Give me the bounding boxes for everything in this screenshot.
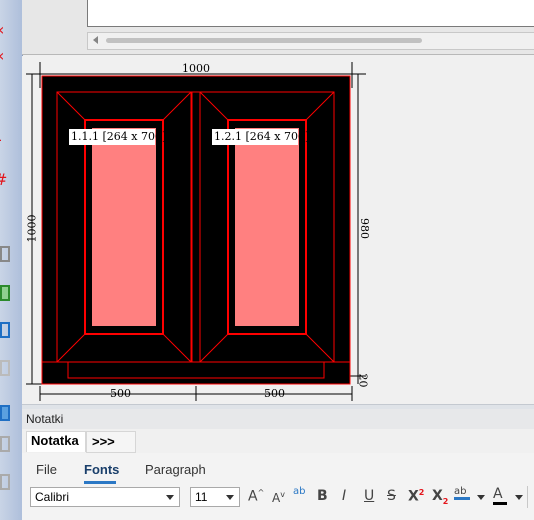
strikethrough-button[interactable]: S (387, 488, 396, 504)
underline-button[interactable]: U (364, 488, 374, 504)
highlight-icon: ab (454, 486, 467, 497)
scrollbar-thumb[interactable] (106, 38, 422, 43)
underline-icon: U (364, 488, 375, 504)
highlight-dropdown-icon[interactable] (477, 495, 485, 500)
bottom-right-dimension: 20 (356, 373, 370, 388)
bottom-dimension-left: 500 (110, 387, 131, 400)
right-dimension: 980 (358, 218, 371, 239)
gray-square-icon[interactable] (0, 246, 10, 262)
top-list-area[interactable] (87, 0, 534, 27)
tab-notatka-label: Notatka (31, 433, 79, 448)
window-drawing (26, 62, 366, 401)
shrink-font-button[interactable]: Av (272, 490, 285, 505)
font-name-select[interactable]: Calibri (30, 487, 180, 507)
change-case-icon: ab (293, 486, 306, 497)
superscript-icon: X (408, 488, 419, 505)
green-square-icon[interactable] (0, 285, 10, 301)
shrink-font-icon: A (272, 491, 281, 505)
subscript-icon: X (432, 488, 443, 504)
grow-font-button[interactable]: A^ (248, 488, 264, 505)
strikethrough-icon: S (387, 488, 396, 504)
blue-square-icon[interactable] (0, 322, 10, 338)
side-toolbar: ‹ ‹ - # (0, 0, 23, 520)
subscript-button[interactable]: X2 (432, 488, 448, 506)
font-size-select[interactable]: 11 (190, 487, 240, 507)
chevron-down-icon (166, 495, 174, 500)
top-dimension: 1000 (182, 62, 210, 75)
grow-font-icon: A (248, 488, 258, 505)
font-color-dropdown-icon[interactable] (515, 495, 523, 500)
sash-label-2: 1.2.1 [264 x 706] (214, 130, 310, 143)
gray-square-icon[interactable] (0, 360, 10, 376)
notes-panel-title: Notatki (26, 412, 64, 426)
red-arrow-icon[interactable]: ‹ (0, 46, 4, 65)
red-hash-icon[interactable]: # (0, 170, 7, 189)
blue-square-icon[interactable] (0, 405, 10, 421)
chevron-down-icon (226, 495, 234, 500)
tab-more[interactable]: >>> (86, 431, 136, 453)
ribbon-separator (527, 486, 528, 508)
sash-label-1: 1.1.1 [264 x 706] (71, 130, 167, 143)
notes-panel-header: Notatki (22, 409, 534, 429)
left-dimension: 1000 (25, 214, 39, 243)
tab-more-label: >>> (92, 434, 115, 449)
drawing-canvas[interactable]: 1000 1000 980 20 500 500 1.1.1 [264 x 70… (22, 56, 534, 404)
tab-notatka[interactable]: Notatka (26, 431, 86, 452)
ribbon-tab-file[interactable]: File (36, 462, 57, 477)
mullion (191, 91, 201, 363)
glass-pane-1 (92, 128, 156, 326)
gray-square-icon[interactable] (0, 436, 10, 452)
bottom-dimension-right: 500 (264, 387, 285, 400)
red-dash-icon[interactable]: - (0, 130, 2, 149)
font-color-icon: A (493, 486, 503, 502)
font-color-bar (493, 502, 507, 505)
selected-tab-indicator (84, 481, 116, 484)
highlight-button[interactable]: ab (454, 486, 470, 500)
ribbon-tab-paragraph[interactable]: Paragraph (145, 462, 206, 477)
bold-button[interactable]: B (317, 488, 328, 504)
scroll-left-icon[interactable] (93, 36, 98, 44)
highlight-color-bar (454, 497, 470, 500)
italic-icon: I (342, 488, 347, 504)
bold-icon: B (317, 488, 328, 504)
ribbon-tab-fonts[interactable]: Fonts (84, 462, 119, 477)
red-arrow-icon[interactable]: ‹ (0, 20, 4, 39)
change-case-button[interactable]: ab (293, 486, 305, 497)
font-name-value: Calibri (35, 490, 70, 504)
glass-pane-2 (235, 128, 299, 326)
font-size-value: 11 (195, 490, 208, 504)
gray-square-icon[interactable] (0, 474, 10, 490)
superscript-button[interactable]: X2 (408, 488, 424, 505)
italic-button[interactable]: I (342, 488, 346, 504)
horizontal-scrollbar[interactable] (87, 32, 534, 50)
font-color-button[interactable]: A (493, 486, 507, 505)
